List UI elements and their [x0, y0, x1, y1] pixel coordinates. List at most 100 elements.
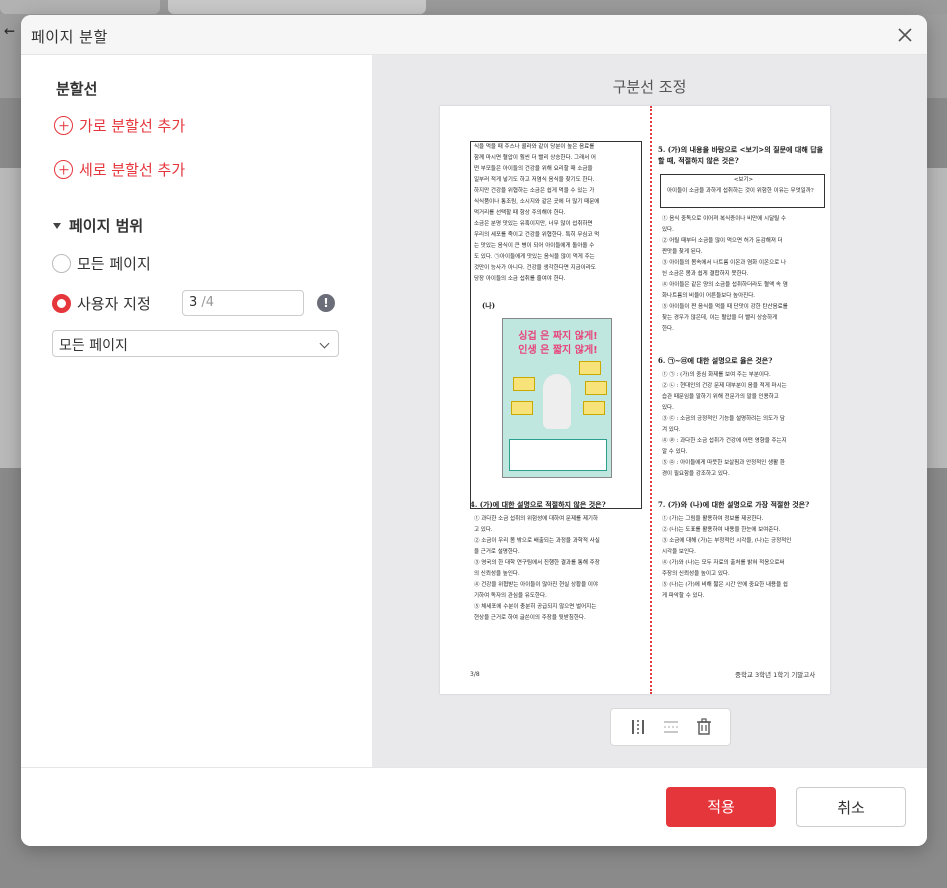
settings-panel: 분할선 가로 분할선 추가 세로 분할선 추가 페이지 범위 모든 페이지 사용… [21, 55, 372, 767]
apply-button[interactable]: 적용 [666, 787, 776, 827]
text-line: 습관 때문임을 말하기 위해 전문가의 말을 인용하고 [662, 394, 779, 400]
left-paragraph: 식을 먹을 때 주스나 콜라와 같이 당분이 높은 음료를 함께 마시면 혈압이 … [474, 142, 640, 285]
background-page-thumbnail [0, 168, 22, 468]
dialog-header: 페이지 분할 [21, 15, 927, 55]
text-line: 찾는 경우가 많은데, 이는 혈압을 더 빨리 상승하게 [662, 315, 778, 321]
text-line: ④ 건강을 위협받는 아이들이 많아진 현실 상황을 이야 [474, 582, 598, 588]
info-icon[interactable]: ! [317, 294, 335, 312]
add-vertical-line-button[interactable]: 세로 분할선 추가 [54, 159, 185, 180]
close-button[interactable] [895, 25, 915, 45]
question-4: 4. (가)에 대한 설명으로 적절하지 않은 것은? [470, 500, 606, 509]
text-line: 있다. [662, 405, 674, 411]
text-line: ② 어릴 때부터 소금을 많이 먹으면 허가 둔감해져 더 [662, 238, 783, 244]
poster-note [579, 361, 601, 375]
question-5-options: ① 음식 중독으로 이어져 복식증이나 비만에 시달릴 수있다. ② 어릴 때부터… [662, 214, 827, 335]
preview-heading: 구분선 조정 [612, 78, 687, 96]
label-na: (나) [482, 301, 496, 310]
split-line-toolbar [610, 708, 731, 746]
text-line: 화나트륨의 비율이 어른들보다 높아진다. [662, 293, 756, 299]
radio-unchecked-icon [52, 254, 71, 273]
add-horizontal-line-button[interactable]: 가로 분할선 추가 [54, 115, 185, 136]
text-line: ① 음식 중독으로 이어져 복식증이나 비만에 시달릴 수 [662, 216, 786, 222]
text-line: 식을 먹을 때 주스나 콜라와 같이 당분이 높은 음료를 [474, 144, 595, 150]
text-line: ② (나)는 도표를 활용하여 내용을 한눈에 보여준다. [662, 527, 781, 533]
vertical-split-tool[interactable] [629, 718, 647, 736]
question-6: 6. ㉠~㉤에 대한 설명으로 옳은 것은? [658, 356, 773, 365]
text-line: 소금은 분명 맛있는 유혹이지만, 너무 많이 섭취하면 [474, 221, 593, 227]
text-line: 짠맛을 찾게 된다. [662, 249, 703, 255]
text-line: 먹거리를 선택할 때 항상 주의해야 한다. [474, 210, 566, 216]
text-line: 현상을 근거로 하여 글쓴이의 주장을 뒷받침한다. [474, 615, 586, 621]
page-range-dropdown[interactable]: 모든 페이지 [52, 330, 339, 357]
text-line: ① 과다한 소금 섭취의 위험성에 대하여 문제를 제기하 [474, 516, 598, 522]
poster-figure [543, 374, 571, 429]
background-page-thumbnail [927, 168, 947, 468]
text-line: 경이 필요함을 강조하고 있다. [662, 471, 730, 477]
question-6-options: ① ㉠ : (가)의 중심 화제를 보여 주는 부분이다. ② ㉡ : 현대인의 … [662, 370, 827, 480]
back-arrow-icon: ← [4, 20, 15, 41]
text-line: 떤 부모들은 아이들의 건강을 위해 요리할 때 소금을 [474, 166, 593, 172]
text-line: 의 신뢰성을 높인다. [474, 571, 520, 577]
poster-note [511, 401, 533, 415]
page-input-value: 3 [189, 295, 198, 310]
poster-note [585, 381, 607, 395]
text-line: 게 파악할 수 있다. [662, 593, 705, 599]
question-5-box: <보기> 아이들이 소금을 과하게 섭취하는 것이 위험한 이유는 무엇일까? [660, 174, 825, 208]
text-line: ② 소금이 우리 몸 밖으로 배출되는 과정을 과학적 사실 [474, 538, 600, 544]
text-line: ③ ㉢ : 소금의 긍정적인 기능을 설명하려는 의도가 담 [662, 416, 785, 422]
radio-custom-label: 사용자 지정 [77, 295, 151, 313]
radio-all-pages-label: 모든 페이지 [77, 255, 151, 273]
q5-box-label: <보기> [733, 177, 754, 183]
page-preview: 식을 먹을 때 주스나 콜라와 같이 당분이 높은 음료를 함께 마시면 혈압이 … [440, 106, 830, 694]
dialog-footer: 적용 취소 [21, 767, 927, 846]
text-line: ⑤ (나)는 (가)에 비해 짧은 시간 안에 중요한 내용을 쉽 [662, 582, 788, 588]
question-7-options: ① (가)는 그림을 활용하여 정보를 제공한다. ② (나)는 도표를 활용하여… [662, 514, 827, 602]
text-line: 겨 있다. [662, 427, 681, 433]
cancel-button[interactable]: 취소 [796, 787, 906, 827]
horizontal-split-tool[interactable] [662, 718, 680, 736]
text-line: 하지만 건강을 위협하는 소금은 쉽게 먹을 수 있는 가 [474, 188, 595, 194]
text-line: 알 수 있다. [662, 449, 688, 455]
background-tab [168, 0, 426, 14]
poster-note [583, 401, 605, 415]
preview-panel: 구분선 조정 식을 먹을 때 주스나 콜라와 같이 당분이 높은 음료를 함께 마… [372, 55, 927, 767]
trash-icon [696, 718, 711, 735]
poster-line2: 인생 은 짧지 않게! [518, 345, 598, 356]
text-line: 한다. [662, 326, 674, 332]
text-line: 기하여 독자의 관심을 유도한다. [474, 593, 547, 599]
page-input-total: /4 [201, 295, 215, 310]
caret-down-icon [53, 222, 61, 229]
horizontal-split-icon [663, 721, 678, 733]
text-line: 시각을 보인다. [662, 549, 696, 555]
delete-split-line-tool[interactable] [695, 718, 713, 736]
text-line: 을 근거로 설명한다. [474, 549, 520, 555]
text-line: ③ 아이들의 몸속에서 나트륨 이온과 염화 이온으로 나 [662, 260, 786, 266]
text-line: 고 있다. [474, 527, 493, 533]
radio-custom[interactable]: 사용자 지정 [52, 293, 151, 314]
text-line: ④ 아이들은 같은 양의 소금을 섭취하더라도 혈액 속 염 [662, 282, 788, 288]
page-range-toggle[interactable]: 페이지 범위 [53, 215, 143, 236]
vertical-split-line[interactable] [650, 106, 652, 694]
page-number: 3/8 [470, 671, 480, 678]
question-4-options: ① 과다한 소금 섭취의 위험성에 대하여 문제를 제기하고 있다. ② 소금이 … [474, 514, 646, 624]
poster-line1: 싱겁 은 짜지 않게! [518, 331, 598, 342]
poster-bottom-box [509, 439, 607, 471]
q5-box-text: 아이들이 소금을 과하게 섭취하는 것이 위험한 이유는 무엇일까? [667, 188, 814, 194]
text-line: ② ㉡ : 현대인의 건강 문제 대부분이 음을 적게 마시는 [662, 383, 787, 389]
text-line: 뉜 소금은 몸과 쉽게 결합하지 못한다. [662, 271, 749, 277]
text-line: ⑤ 체세포에 수분이 충분히 공급되지 않으면 벌어지는 [474, 604, 597, 610]
poster-note [513, 377, 535, 391]
radio-all-pages[interactable]: 모든 페이지 [52, 253, 151, 274]
text-line: ① (가)는 그림을 활용하여 정보를 제공한다. [662, 516, 764, 522]
text-line: ③ 영국의 한 대학 연구팀에서 진행한 결과를 통해 주장 [474, 560, 600, 566]
page-split-dialog: 페이지 분할 분할선 가로 분할선 추가 세로 분할선 추가 페이지 범위 모든… [21, 15, 927, 846]
dialog-title: 페이지 분할 [31, 28, 108, 46]
text-line: ⑤ ㉤ : 아이들에게 따뜻한 보살핌과 안정적인 생활 환 [662, 460, 785, 466]
text-line: 있다. [662, 227, 674, 233]
page-footer-title: 중학교 3학년 1학기 기말고사 [735, 671, 816, 679]
question-5: 5. (가)의 내용을 바탕으로 <보기>의 질문에 대해 답을 할 때, 적절… [658, 145, 824, 165]
text-line: ④ ㉣ : 과다한 소금 섭취가 건강에 어떤 영향을 주는지 [662, 438, 787, 444]
page-number-input[interactable]: 3 /4 [182, 290, 304, 316]
split-lines-heading: 분할선 [56, 80, 98, 98]
page-range-heading: 페이지 범위 [69, 217, 144, 235]
